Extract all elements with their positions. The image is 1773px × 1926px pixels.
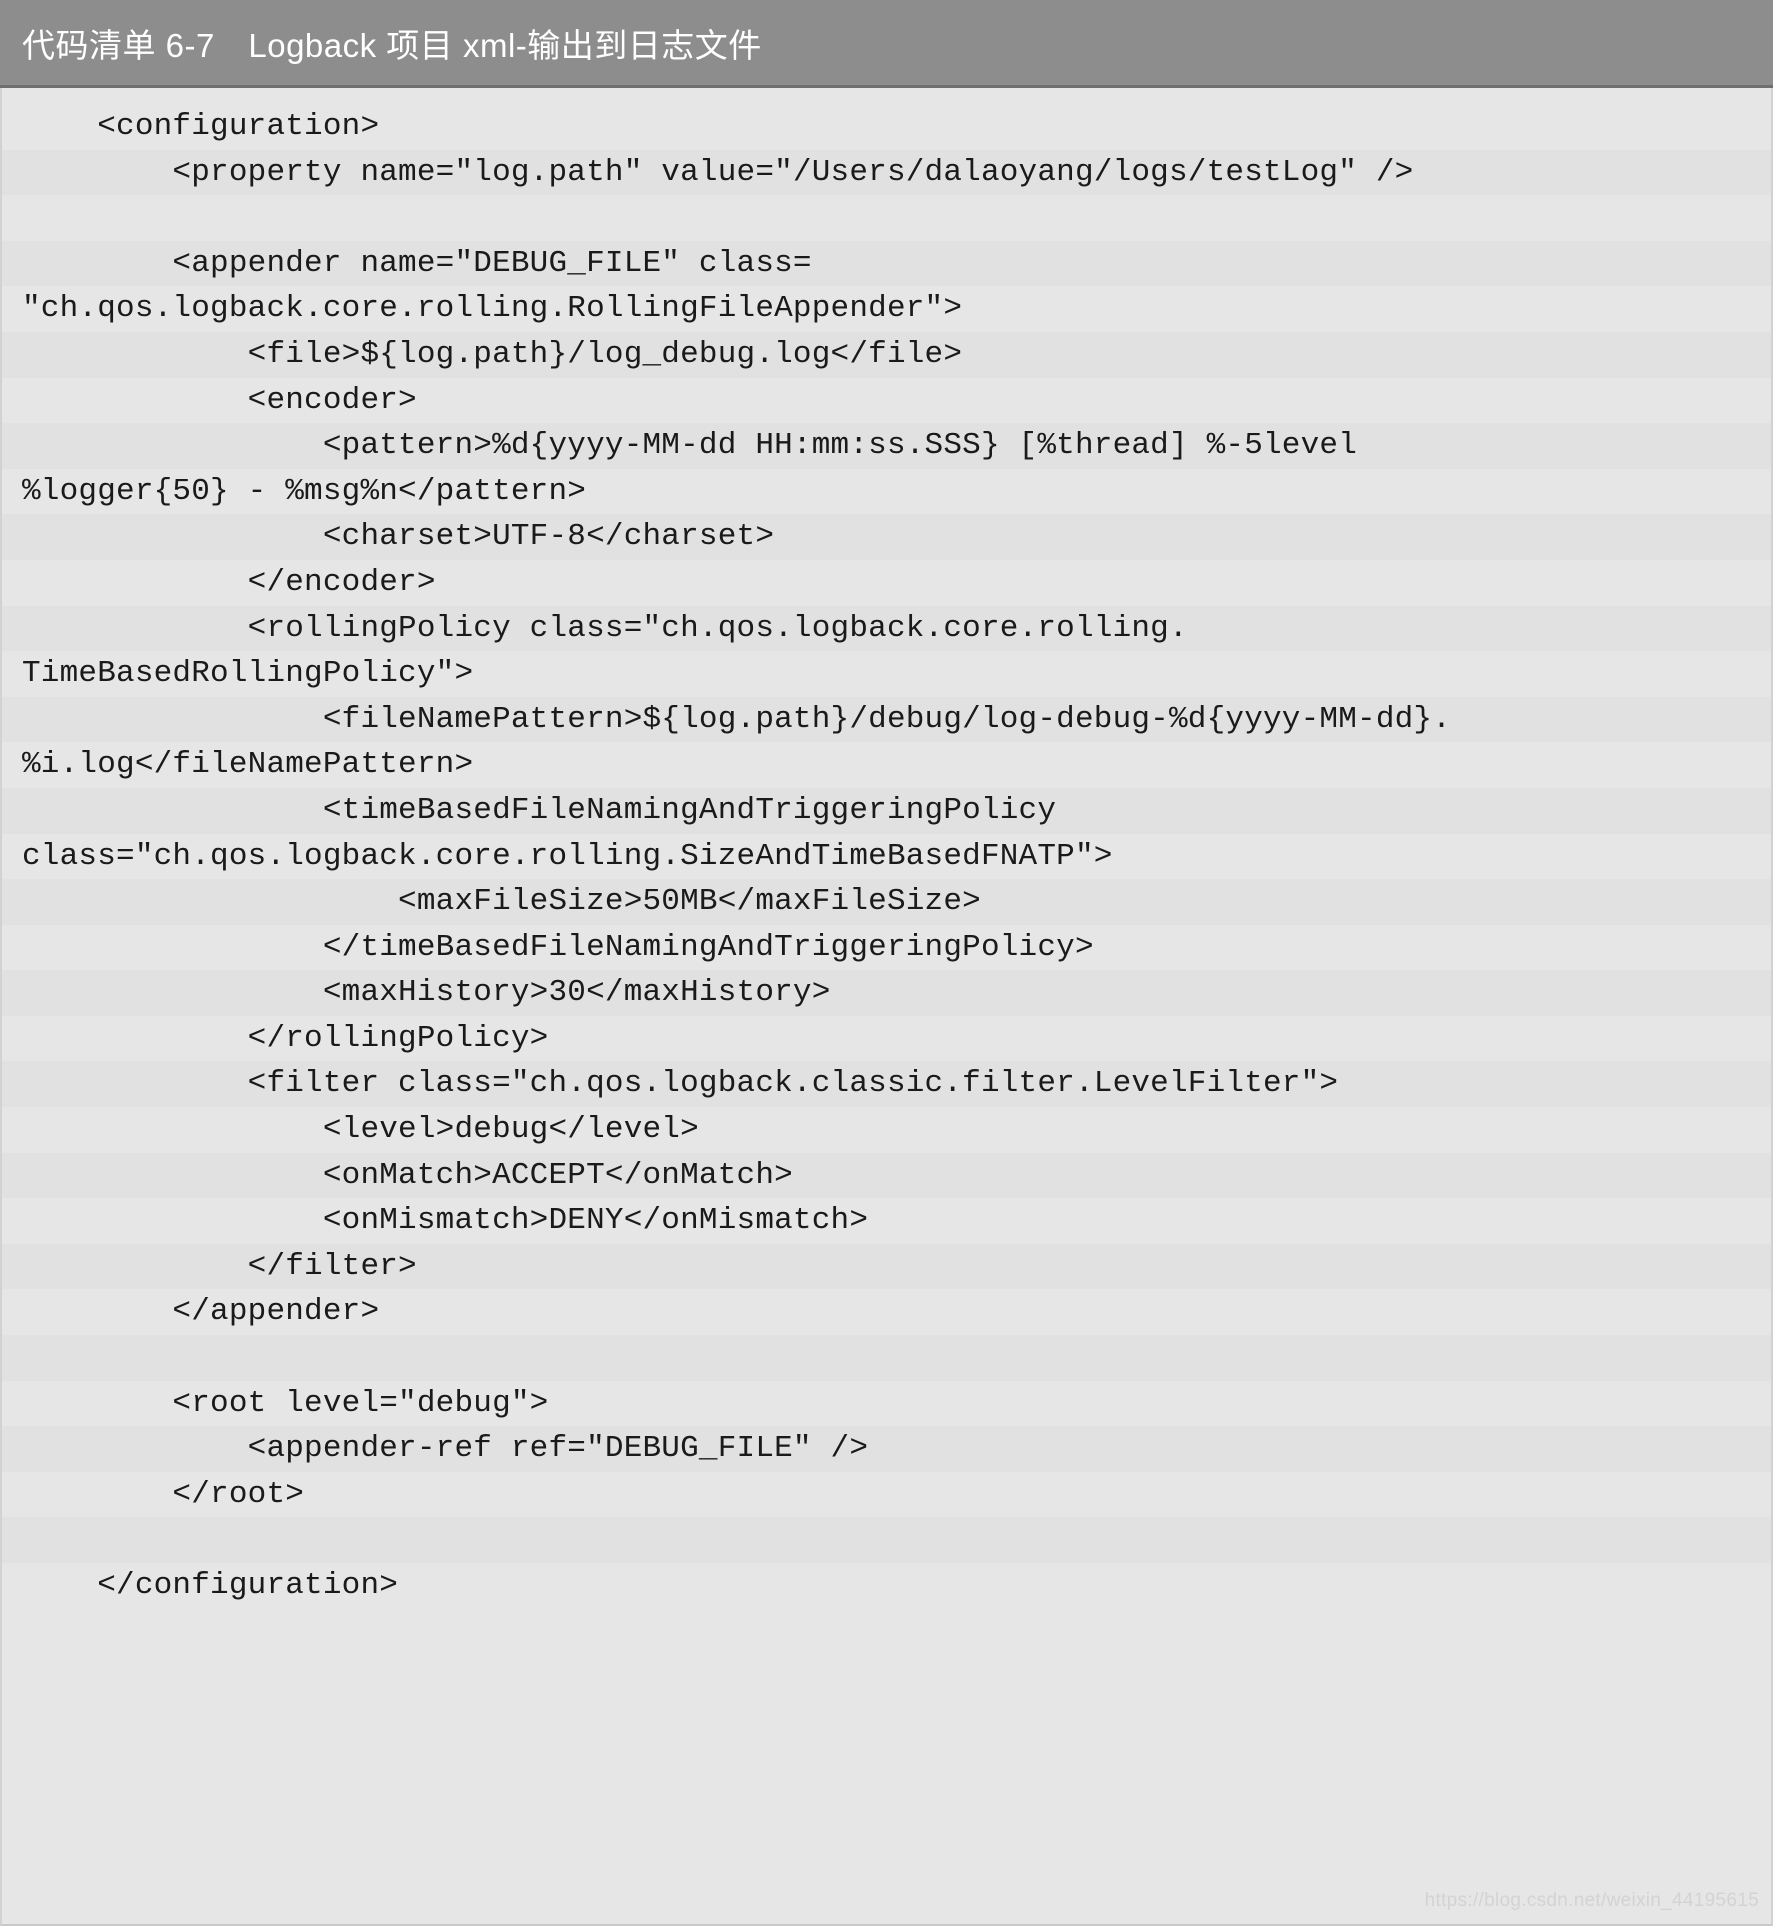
code-line: %logger{50} - %msg%n</pattern> xyxy=(22,473,587,509)
code-line: </timeBasedFileNamingAndTriggeringPolicy… xyxy=(22,929,1094,965)
code-line: <maxFileSize>50MB</maxFileSize> xyxy=(2,879,1771,925)
code-line: <level>debug</level> xyxy=(22,1112,699,1148)
code-line: <maxHistory>30</maxHistory> xyxy=(2,970,1771,1016)
code-line: <property name="log.path" value="/Users/… xyxy=(2,149,1771,196)
code-line: </rollingPolicy> xyxy=(22,1020,549,1056)
code-line: <appender-ref ref="DEBUG_FILE" /> xyxy=(2,1426,1771,1472)
code-line: </appender> xyxy=(22,1294,380,1330)
code-listing-figure: 代码清单 6-7 Logback 项目 xml-输出到日志文件 <configu… xyxy=(0,0,1773,1926)
code-line: <rollingPolicy class="ch.qos.logback.cor… xyxy=(2,605,1771,652)
code-line: </encoder> xyxy=(22,564,436,600)
code-line: TimeBasedRollingPolicy"> xyxy=(22,656,474,692)
code-line: class="ch.qos.logback.core.rolling.SizeA… xyxy=(22,838,1113,874)
listing-caption-bar: 代码清单 6-7 Logback 项目 xml-输出到日志文件 xyxy=(0,0,1773,88)
code-line: "ch.qos.logback.core.rolling.RollingFile… xyxy=(22,291,963,327)
code-line: <charset>UTF-8</charset> xyxy=(2,514,1771,560)
code-line: </filter> xyxy=(2,1243,1771,1290)
code-line xyxy=(2,1335,1771,1381)
code-line: </root> xyxy=(22,1476,305,1512)
code-line: <appender name="DEBUG_FILE" class= xyxy=(2,240,1771,287)
code-line: <pattern>%d{yyyy-MM-dd HH:mm:ss.SSS} [%t… xyxy=(2,423,1771,469)
listing-caption-label: 代码清单 6-7 Logback 项目 xml-输出到日志文件 xyxy=(22,26,762,64)
code-line: <configuration> xyxy=(22,109,380,144)
code-line xyxy=(2,1517,1771,1563)
code-line: <fileNamePattern>${log.path}/debug/log-d… xyxy=(2,696,1771,743)
code-line: <timeBasedFileNamingAndTriggeringPolicy xyxy=(2,787,1771,834)
csdn-watermark: https://blog.csdn.net/weixin_44195615 xyxy=(1424,1890,1759,1911)
code-line: <encoder> xyxy=(22,382,417,418)
code-line: <filter class="ch.qos.logback.classic.fi… xyxy=(2,1061,1771,1108)
code-line: </configuration> xyxy=(22,1568,399,1603)
code-line: <root level="debug"> xyxy=(22,1385,549,1421)
code-line: <onMatch>ACCEPT</onMatch> xyxy=(2,1152,1771,1199)
code-block: <configuration> <property name="log.path… xyxy=(0,88,1773,1926)
code-line: %i.log</fileNamePattern> xyxy=(22,747,474,783)
code-line: <file>${log.path}/log_debug.log</file> xyxy=(2,331,1771,378)
code-line: <onMismatch>DENY</onMismatch> xyxy=(22,1203,869,1239)
